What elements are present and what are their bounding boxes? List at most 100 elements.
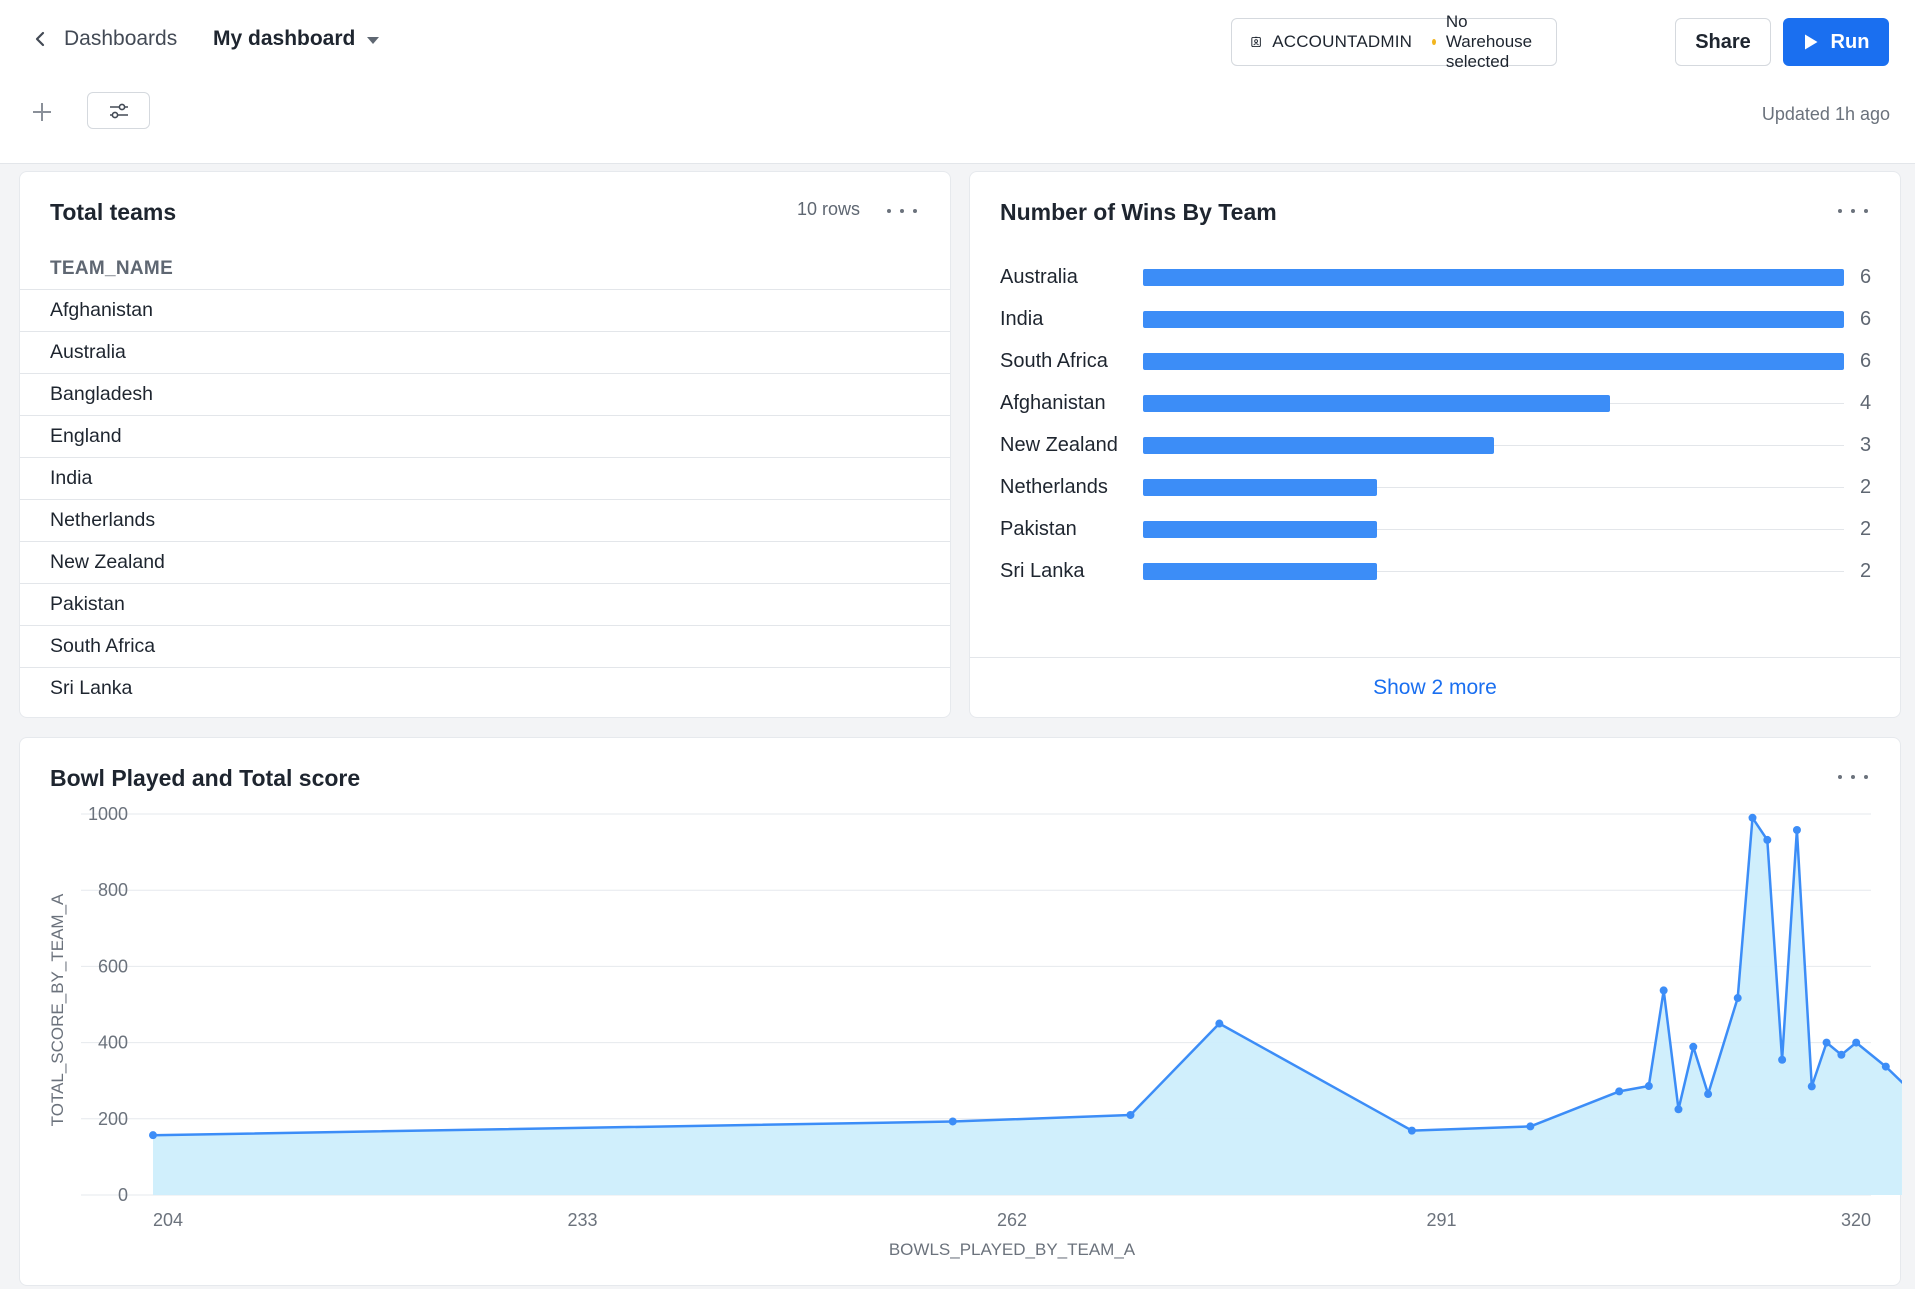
- tile-menu-button[interactable]: [887, 206, 917, 216]
- warehouse-status-dot: [1432, 39, 1436, 45]
- data-point[interactable]: [1407, 1126, 1416, 1135]
- table-row[interactable]: Afghanistan: [20, 289, 950, 331]
- dashboard-name: My dashboard: [213, 27, 356, 50]
- share-button[interactable]: Share: [1675, 18, 1771, 66]
- dashboard-name-dropdown[interactable]: My dashboard: [213, 27, 380, 51]
- data-point[interactable]: [1733, 994, 1742, 1003]
- filters-button[interactable]: [87, 92, 150, 129]
- data-point[interactable]: [1881, 1062, 1890, 1071]
- team-name-cell: South Africa: [50, 635, 156, 657]
- x-tick-label: 320: [1841, 1210, 1871, 1230]
- column-header-team-name[interactable]: TEAM_NAME: [50, 258, 173, 280]
- team-name-cell: England: [50, 425, 122, 447]
- bar-value-label: 2: [1860, 518, 1872, 540]
- row-count: 10 rows: [797, 199, 861, 219]
- table-row[interactable]: Australia: [20, 331, 950, 373]
- data-point[interactable]: [948, 1117, 957, 1126]
- bar-value-label: 2: [1860, 560, 1872, 582]
- data-point[interactable]: [1852, 1038, 1861, 1047]
- data-point[interactable]: [1822, 1038, 1831, 1047]
- top-bar: Dashboards My dashboard ACCOUNTADMIN No …: [0, 0, 1915, 164]
- user-badge-icon: [1251, 36, 1261, 48]
- bar[interactable]: [1143, 311, 1844, 328]
- bar-label: New Zealand: [1000, 434, 1118, 456]
- last-updated-text: Updated 1h ago: [1761, 104, 1890, 124]
- table-row[interactable]: Sri Lanka: [20, 667, 950, 709]
- bar-label: South Africa: [1000, 350, 1108, 372]
- team-name-cell: Pakistan: [50, 593, 125, 615]
- role-warehouse-selector[interactable]: ACCOUNTADMIN No Warehouse selected: [1231, 12, 1557, 71]
- bar-value-label: 3: [1860, 434, 1872, 456]
- data-point[interactable]: [1674, 1105, 1683, 1114]
- table-row[interactable]: New Zealand: [20, 541, 950, 583]
- data-point[interactable]: [1659, 986, 1668, 995]
- data-point[interactable]: [1792, 826, 1801, 835]
- data-point[interactable]: [1748, 813, 1757, 822]
- add-tile-icon[interactable]: [30, 100, 54, 124]
- data-point[interactable]: [1644, 1082, 1653, 1091]
- back-to-dashboards-link[interactable]: Dashboards: [30, 27, 177, 51]
- bar-label: India: [1000, 308, 1044, 330]
- team-name-cell: Bangladesh: [50, 383, 154, 405]
- y-tick-label: 1000: [88, 804, 128, 824]
- bar-value-label: 6: [1860, 350, 1872, 372]
- table-row[interactable]: Netherlands: [20, 499, 950, 541]
- bar-value-label: 2: [1860, 476, 1872, 498]
- data-point[interactable]: [1526, 1122, 1535, 1131]
- data-point[interactable]: [149, 1131, 157, 1140]
- tile-bowl-played-total-score: Bowl Played and Total score 0 200 400 600 80…: [19, 737, 1902, 1286]
- data-point[interactable]: [1778, 1055, 1787, 1064]
- x-tick-label: 291: [1426, 1210, 1456, 1230]
- tile-wins-by-team: Number of Wins By Team Australia 6 India 6 S…: [969, 171, 1901, 718]
- table-row[interactable]: Bangladesh: [20, 373, 950, 415]
- team-name-cell: Australia: [50, 341, 126, 363]
- chevron-left-icon: [35, 31, 45, 47]
- bar[interactable]: [1143, 521, 1377, 538]
- y-tick-label: 400: [98, 1033, 128, 1053]
- bar-label: Netherlands: [1000, 476, 1108, 498]
- table-row[interactable]: England: [20, 415, 950, 457]
- bar[interactable]: [1143, 437, 1494, 454]
- bar[interactable]: [1143, 479, 1377, 496]
- data-point[interactable]: [1837, 1050, 1846, 1059]
- show-more-row: Show 2 more: [970, 657, 1900, 717]
- bar-label: Australia: [1000, 266, 1078, 288]
- data-point[interactable]: [1763, 835, 1772, 844]
- table-row[interactable]: Pakistan: [20, 583, 950, 625]
- team-name-cell: Afghanistan: [50, 299, 153, 321]
- bar[interactable]: [1143, 269, 1844, 286]
- x-tick-label: 262: [997, 1210, 1027, 1230]
- data-point[interactable]: [1807, 1082, 1816, 1091]
- tile-menu-button[interactable]: [1838, 206, 1868, 216]
- run-button[interactable]: Run: [1783, 18, 1889, 66]
- back-label: Dashboards: [64, 27, 178, 50]
- bar[interactable]: [1143, 395, 1611, 412]
- data-point[interactable]: [1126, 1110, 1135, 1119]
- y-axis-label: TOTAL_SCORE_BY_TEAM_A: [48, 893, 67, 1126]
- bar[interactable]: [1143, 563, 1377, 580]
- y-tick-label: 0: [118, 1185, 128, 1205]
- team-name-cell: Netherlands: [50, 509, 156, 531]
- bar-label: Pakistan: [1000, 518, 1077, 540]
- data-point[interactable]: [1615, 1087, 1624, 1096]
- x-tick-label: 204: [153, 1210, 183, 1230]
- sliders-icon: [109, 103, 128, 118]
- tile-title: Total teams: [50, 199, 177, 225]
- x-axis-label: BOWLS_PLAYED_BY_TEAM_A: [889, 1240, 1136, 1259]
- data-point[interactable]: [1704, 1090, 1713, 1099]
- team-name-cell: Sri Lanka: [50, 677, 133, 699]
- area-fill: [153, 817, 1902, 1195]
- table-row[interactable]: India: [20, 457, 950, 499]
- bar-value-label: 6: [1860, 308, 1872, 330]
- bar[interactable]: [1143, 353, 1844, 370]
- tile-total-teams: Total teams 10 rows TEAM_NAME Afghanista…: [19, 171, 951, 718]
- show-more-link[interactable]: Show 2 more: [1373, 676, 1497, 700]
- bar-label: Sri Lanka: [1000, 560, 1085, 582]
- table-row[interactable]: South Africa: [20, 625, 950, 667]
- play-icon: [1804, 34, 1818, 50]
- data-point[interactable]: [1689, 1042, 1698, 1051]
- bar-value-label: 4: [1860, 392, 1872, 414]
- score-area-chart: 0 200 400 600 800 1000 204 233 262 291 320 BOWLS_PL…: [48, 804, 1902, 1259]
- bar-label: Afghanistan: [1000, 392, 1106, 414]
- data-point[interactable]: [1215, 1019, 1224, 1028]
